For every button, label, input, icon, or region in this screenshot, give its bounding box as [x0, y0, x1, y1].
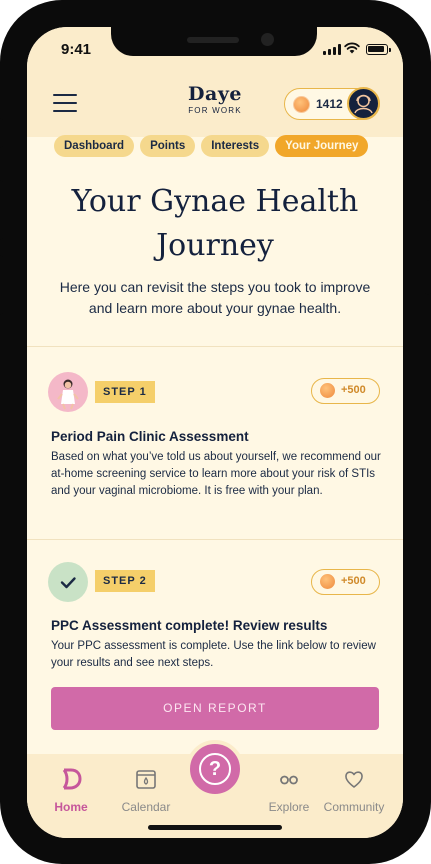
battery-icon	[366, 44, 391, 55]
help-button[interactable]: ?	[186, 740, 244, 798]
bottom-nav: Home Calendar ? Explore Community	[27, 740, 403, 838]
open-report-button[interactable]: OPEN REPORT	[51, 687, 379, 730]
page-title: Your Gynae Health Journey	[71, 184, 359, 263]
step-card-1: STEP 1 +500 Period Pain Clinic Assessmen…	[27, 346, 403, 539]
step-2-label: STEP 2	[95, 570, 155, 592]
nav-explore-label: Explore	[268, 800, 310, 814]
volume-up-button	[0, 180, 3, 240]
brand-name: Daye	[188, 83, 242, 105]
step-1-avatar	[48, 372, 88, 412]
daye-logo-icon	[62, 768, 82, 790]
avatar[interactable]	[347, 87, 380, 120]
status-bar: 9:41	[27, 27, 403, 71]
nav-home-label: Home	[54, 800, 88, 814]
nav-home[interactable]: Home	[36, 767, 106, 814]
speaker	[187, 37, 239, 43]
checkmark-icon	[60, 577, 76, 589]
step-2-description: Your PPC assessment is complete. Use the…	[51, 640, 376, 669]
page-intro: Here you can revisit the steps you took …	[59, 279, 371, 316]
coin-icon	[320, 574, 335, 589]
app-screen: 9:41 Daye FOR WORK 1412 Dashboard Points…	[27, 27, 403, 838]
calendar-icon	[136, 770, 156, 789]
step-1-description: Based on what you’ve told us about yours…	[51, 451, 381, 497]
app-header: Daye FOR WORK 1412	[27, 71, 403, 137]
menu-button[interactable]	[53, 92, 77, 114]
front-camera	[261, 33, 274, 46]
avatar-icon	[354, 94, 373, 114]
nav-community-label: Community	[323, 800, 385, 814]
nav-community[interactable]: Community	[319, 767, 389, 814]
tab-your-journey[interactable]: Your Journey	[275, 135, 369, 157]
step-1-title: Period Pain Clinic Assessment	[51, 429, 249, 444]
tab-points[interactable]: Points	[140, 135, 196, 157]
signal-icon	[323, 44, 341, 55]
volume-down-button	[0, 255, 3, 315]
nav-calendar-label: Calendar	[121, 800, 171, 814]
tab-dashboard[interactable]: Dashboard	[54, 135, 135, 157]
step-2-status	[48, 562, 88, 602]
coin-icon	[320, 383, 335, 398]
mute-switch	[0, 118, 3, 148]
brand-logo: Daye FOR WORK	[167, 83, 263, 115]
heart-icon	[345, 771, 363, 788]
nav-calendar[interactable]: Calendar	[111, 767, 181, 814]
phone-frame: 9:41 Daye FOR WORK 1412 Dashboard Points…	[0, 0, 431, 864]
nav-explore[interactable]: Explore	[254, 767, 324, 814]
notch	[111, 27, 317, 56]
step-1-reward-points: +500	[341, 384, 366, 396]
explore-icon	[280, 775, 298, 785]
hamburger-icon	[53, 94, 77, 96]
step-2-reward-points: +500	[341, 575, 366, 587]
tab-bar: Dashboard Points Interests Your Journey	[54, 135, 369, 157]
coin-icon	[293, 96, 310, 113]
wifi-icon	[344, 42, 360, 54]
status-time: 9:41	[61, 41, 92, 58]
brand-subtitle: FOR WORK	[188, 106, 242, 115]
tab-interests[interactable]: Interests	[201, 135, 270, 157]
step-2-reward: +500	[311, 569, 380, 595]
points-balance-button[interactable]: 1412	[284, 87, 380, 120]
person-illustration-icon	[57, 379, 79, 410]
home-indicator	[148, 825, 282, 830]
points-count: 1412	[316, 97, 343, 111]
power-button	[425, 200, 431, 295]
step-1-label: STEP 1	[95, 381, 155, 403]
question-mark-icon: ?	[199, 753, 231, 785]
step-2-title: PPC Assessment complete! Review results	[51, 618, 328, 633]
step-1-reward: +500	[311, 378, 380, 404]
